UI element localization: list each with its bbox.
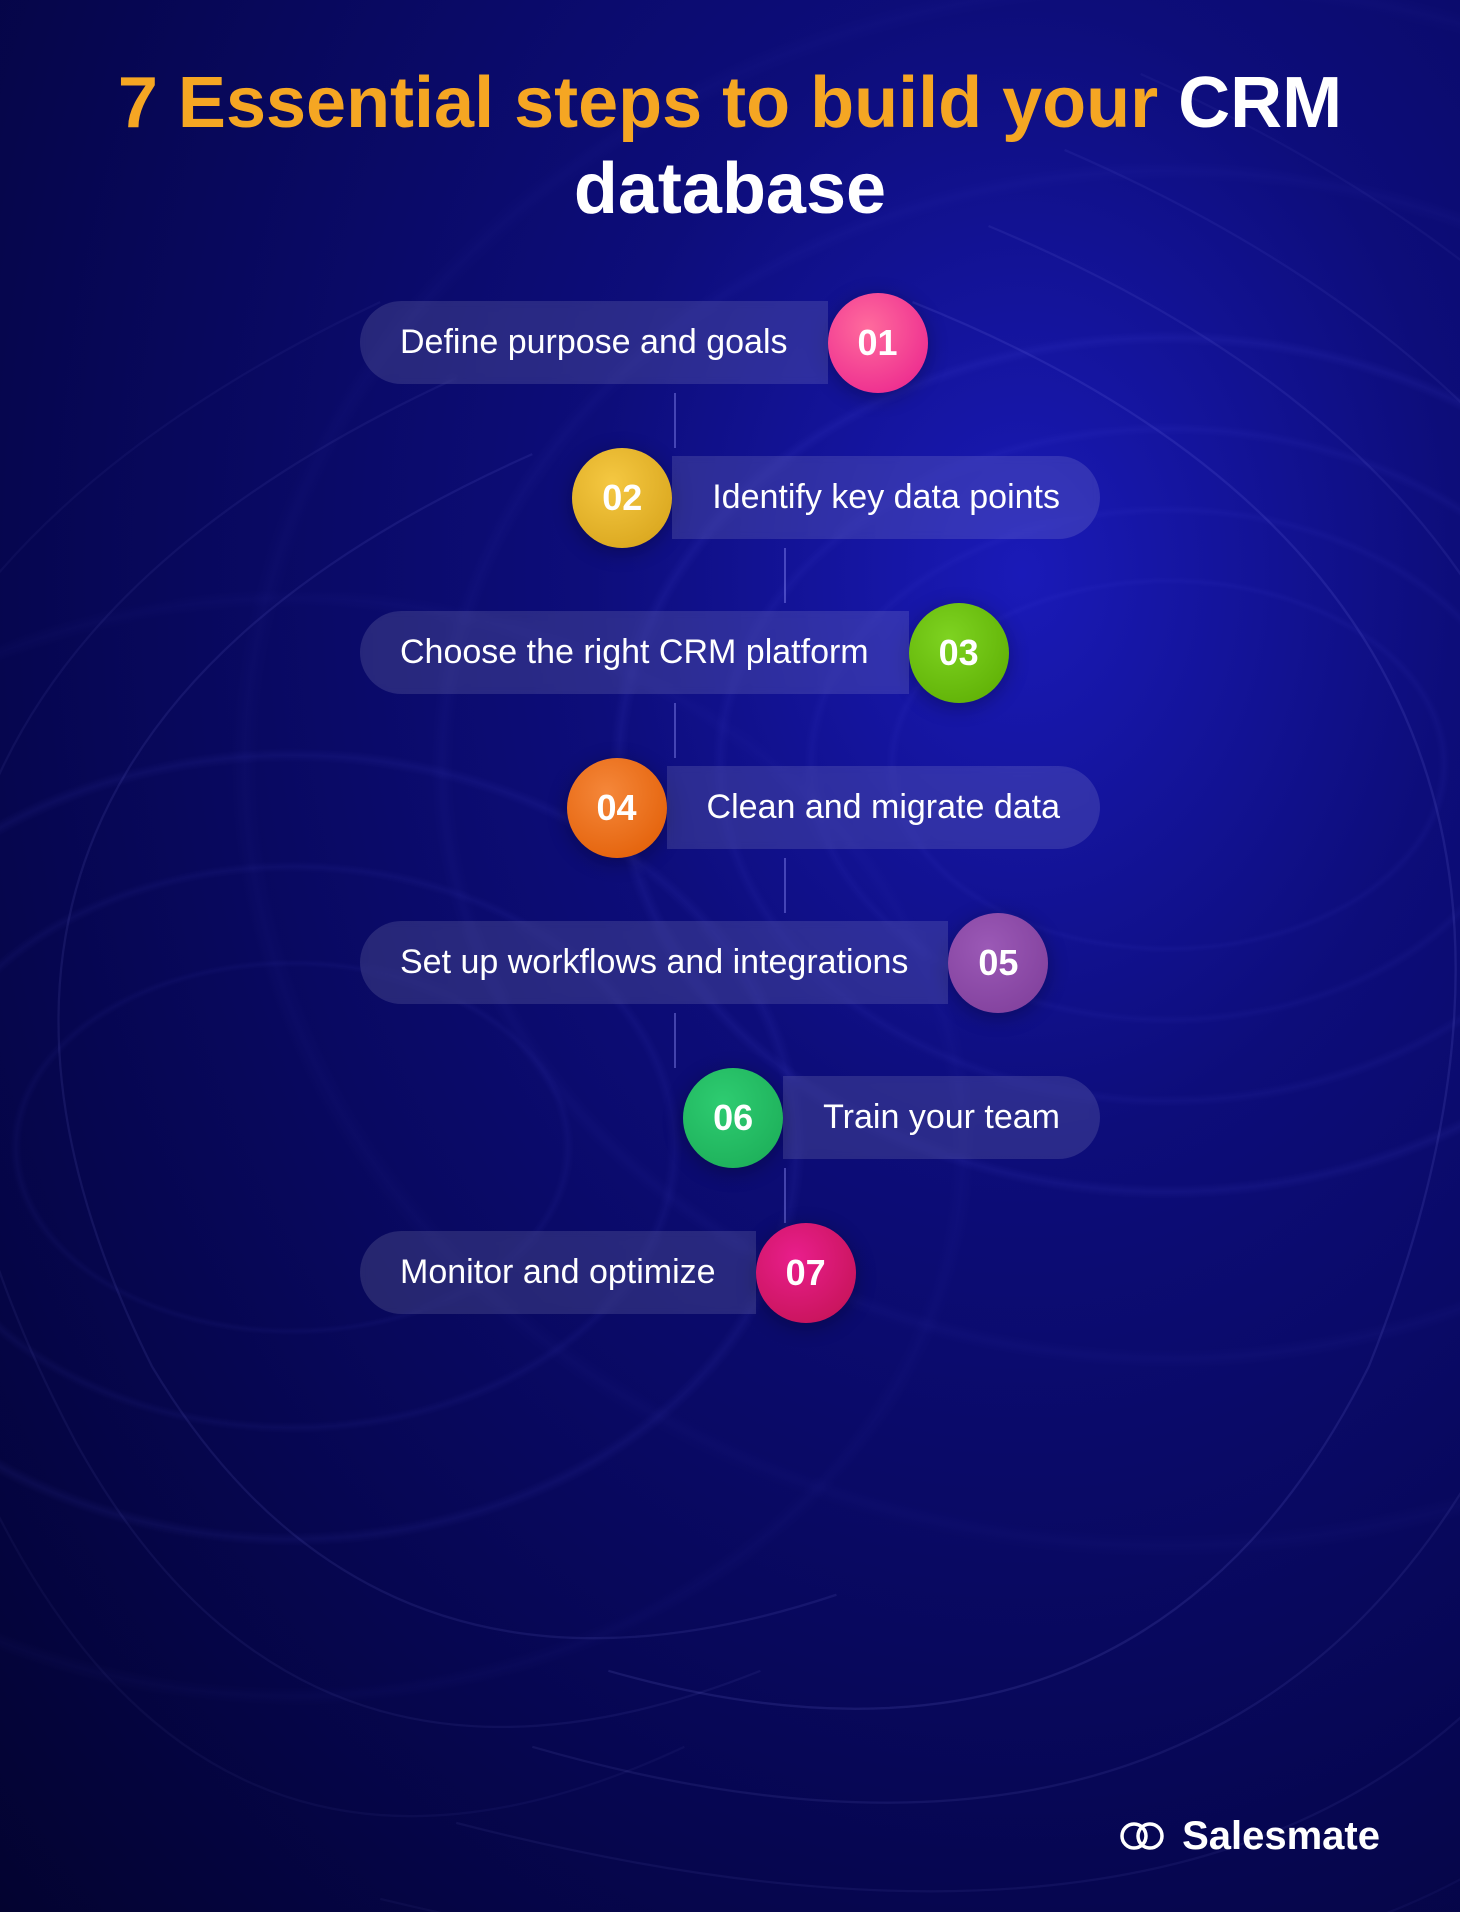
title-yellow-text: 7 Essential steps to build your <box>118 63 1158 143</box>
vertical-connector <box>674 703 676 758</box>
connector-6 <box>300 1168 1160 1223</box>
step-number-4: 04 <box>567 758 667 858</box>
step-label-4: Clean and migrate data <box>667 766 1100 849</box>
vertical-connector <box>784 548 786 603</box>
step-label-6: Train your team <box>783 1076 1100 1159</box>
connector-3 <box>300 703 1160 758</box>
connector-2 <box>300 548 1160 603</box>
step-row-7: Monitor and optimize07 <box>300 1223 1160 1323</box>
vertical-connector <box>784 1168 786 1223</box>
step-label-5: Set up workflows and integrations <box>360 921 948 1004</box>
main-content: 7 Essential steps to build your CRM data… <box>0 0 1460 1912</box>
step-number-5: 05 <box>948 913 1048 1013</box>
connector-4 <box>300 858 1160 913</box>
step-number-1: 01 <box>828 293 928 393</box>
step-number-2: 02 <box>572 448 672 548</box>
logo-text: Salesmate <box>1182 1814 1380 1859</box>
step-row-5: Set up workflows and integrations05 <box>300 913 1160 1013</box>
step-number-3: 03 <box>909 603 1009 703</box>
step-label-3: Choose the right CRM platform <box>360 611 909 694</box>
connector-1 <box>300 393 1160 448</box>
step-label-1: Define purpose and goals <box>360 301 828 384</box>
step-number-7: 07 <box>756 1223 856 1323</box>
step-row-4: 04Clean and migrate data <box>300 758 1160 858</box>
page-title: 7 Essential steps to build your CRM data… <box>118 60 1342 233</box>
step-label-7: Monitor and optimize <box>360 1231 756 1314</box>
step-row-2: 02Identify key data points <box>300 448 1160 548</box>
step-number-6: 06 <box>683 1068 783 1168</box>
connector-5 <box>300 1013 1160 1068</box>
salesmate-icon <box>1116 1810 1168 1862</box>
vertical-connector <box>674 1013 676 1068</box>
vertical-connector <box>674 393 676 448</box>
steps-list: Define purpose and goals01 02Identify key… <box>0 293 1460 1323</box>
title-crm-text: CRM <box>1178 63 1342 143</box>
title-database-text: database <box>118 146 1342 232</box>
step-row-1: Define purpose and goals01 <box>300 293 1160 393</box>
step-row-6: 06Train your team <box>300 1068 1160 1168</box>
step-label-2: Identify key data points <box>672 456 1100 539</box>
step-row-3: Choose the right CRM platform03 <box>300 603 1160 703</box>
brand-logo: Salesmate <box>1116 1810 1380 1862</box>
vertical-connector <box>784 858 786 913</box>
